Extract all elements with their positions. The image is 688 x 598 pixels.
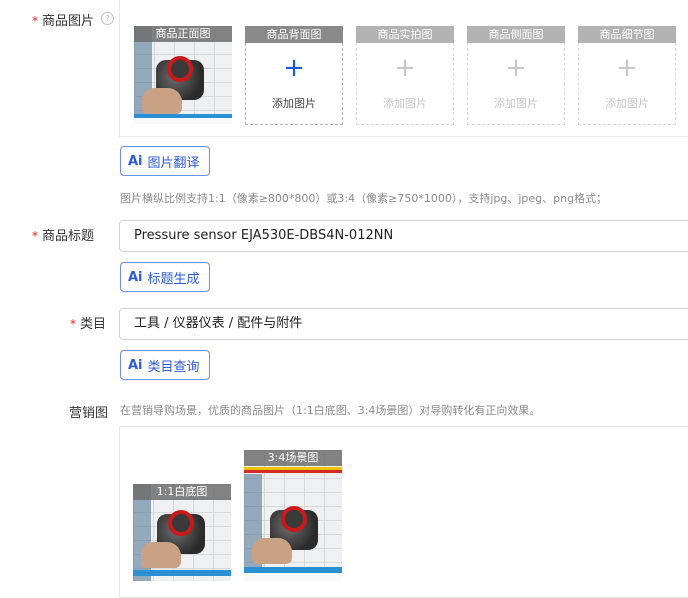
required-mark: * xyxy=(31,229,38,243)
question-circle-icon[interactable]: ? xyxy=(101,12,114,25)
slot-title: 商品细节图 xyxy=(578,26,676,43)
title-label: * 商品标题 xyxy=(31,229,94,244)
plus-icon: + xyxy=(394,53,416,83)
add-image-dropzone-disabled: + 添加图片 xyxy=(578,43,676,125)
button-label: 类目查询 xyxy=(147,359,200,375)
marketing-images-panel: 1:1白底图 3:4场景图 xyxy=(119,426,688,598)
add-image-dropzone-disabled: + 添加图片 xyxy=(356,43,454,125)
ai-icon: Ai xyxy=(128,357,143,373)
add-image-dropzone[interactable]: + 添加图片 xyxy=(245,43,343,125)
title-generate-button[interactable]: Ai 标题生成 xyxy=(120,262,210,292)
image-slot-back[interactable]: 商品背面图 + 添加图片 xyxy=(245,26,343,125)
image-slot-front[interactable]: 商品正面图 xyxy=(134,26,232,124)
scene-image[interactable]: 3:4场景图 xyxy=(244,450,342,581)
image-translate-button[interactable]: Ai 图片翻译 xyxy=(120,146,210,176)
image-caption: 1:1白底图 xyxy=(133,484,231,500)
button-label: 标题生成 xyxy=(147,271,200,287)
category-label: * 类目 xyxy=(69,317,106,332)
ai-icon: Ai xyxy=(128,153,143,169)
product-title-input[interactable]: Pressure sensor EJA530E-DBS4N-012NN xyxy=(119,220,688,252)
marketing-hint: 在营销导购场景，优质的商品图片（1:1白底图、3:4场景图）对导购转化有正向效果… xyxy=(120,404,541,417)
images-label: * 商品图片 xyxy=(31,14,94,29)
marketing-label: 营销图 xyxy=(68,406,108,421)
required-mark: * xyxy=(69,317,76,331)
slot-title: 商品正面图 xyxy=(134,26,232,42)
required-mark: * xyxy=(31,14,38,28)
product-images-panel: 商品正面图 商品背面图 + 添加图片 商品实拍图 + 添加图片 商品侧面图 + … xyxy=(119,0,688,137)
white-background-image[interactable]: 1:1白底图 xyxy=(133,484,231,581)
add-image-label: 添加图片 xyxy=(605,97,649,110)
button-label: 图片翻译 xyxy=(147,155,200,171)
image-format-hint: 图片横纵比例支持1:1（像素≥800*800）或3:4（像素≥750*1000）… xyxy=(120,192,608,205)
slot-title: 商品实拍图 xyxy=(356,26,454,43)
slot-title: 商品侧面图 xyxy=(467,26,565,43)
add-image-dropzone-disabled: + 添加图片 xyxy=(467,43,565,125)
add-image-label: 添加图片 xyxy=(494,97,538,110)
add-image-label: 添加图片 xyxy=(383,97,427,110)
plus-icon: + xyxy=(505,53,527,83)
category-select[interactable]: 工具 / 仪器仪表 / 配件与附件 xyxy=(119,308,688,340)
image-caption: 3:4场景图 xyxy=(244,450,342,466)
category-query-button[interactable]: Ai 类目查询 xyxy=(120,350,210,380)
ai-icon: Ai xyxy=(128,269,143,285)
image-slot-real: 商品实拍图 + 添加图片 xyxy=(356,26,454,125)
plus-icon: + xyxy=(283,53,305,83)
plus-icon: + xyxy=(616,53,638,83)
image-slot-side: 商品侧面图 + 添加图片 xyxy=(467,26,565,125)
front-image-thumbnail[interactable]: 商品正面图 xyxy=(134,26,232,124)
add-image-label: 添加图片 xyxy=(272,97,316,110)
image-slot-detail: 商品细节图 + 添加图片 xyxy=(578,26,676,125)
slot-title: 商品背面图 xyxy=(245,26,343,43)
